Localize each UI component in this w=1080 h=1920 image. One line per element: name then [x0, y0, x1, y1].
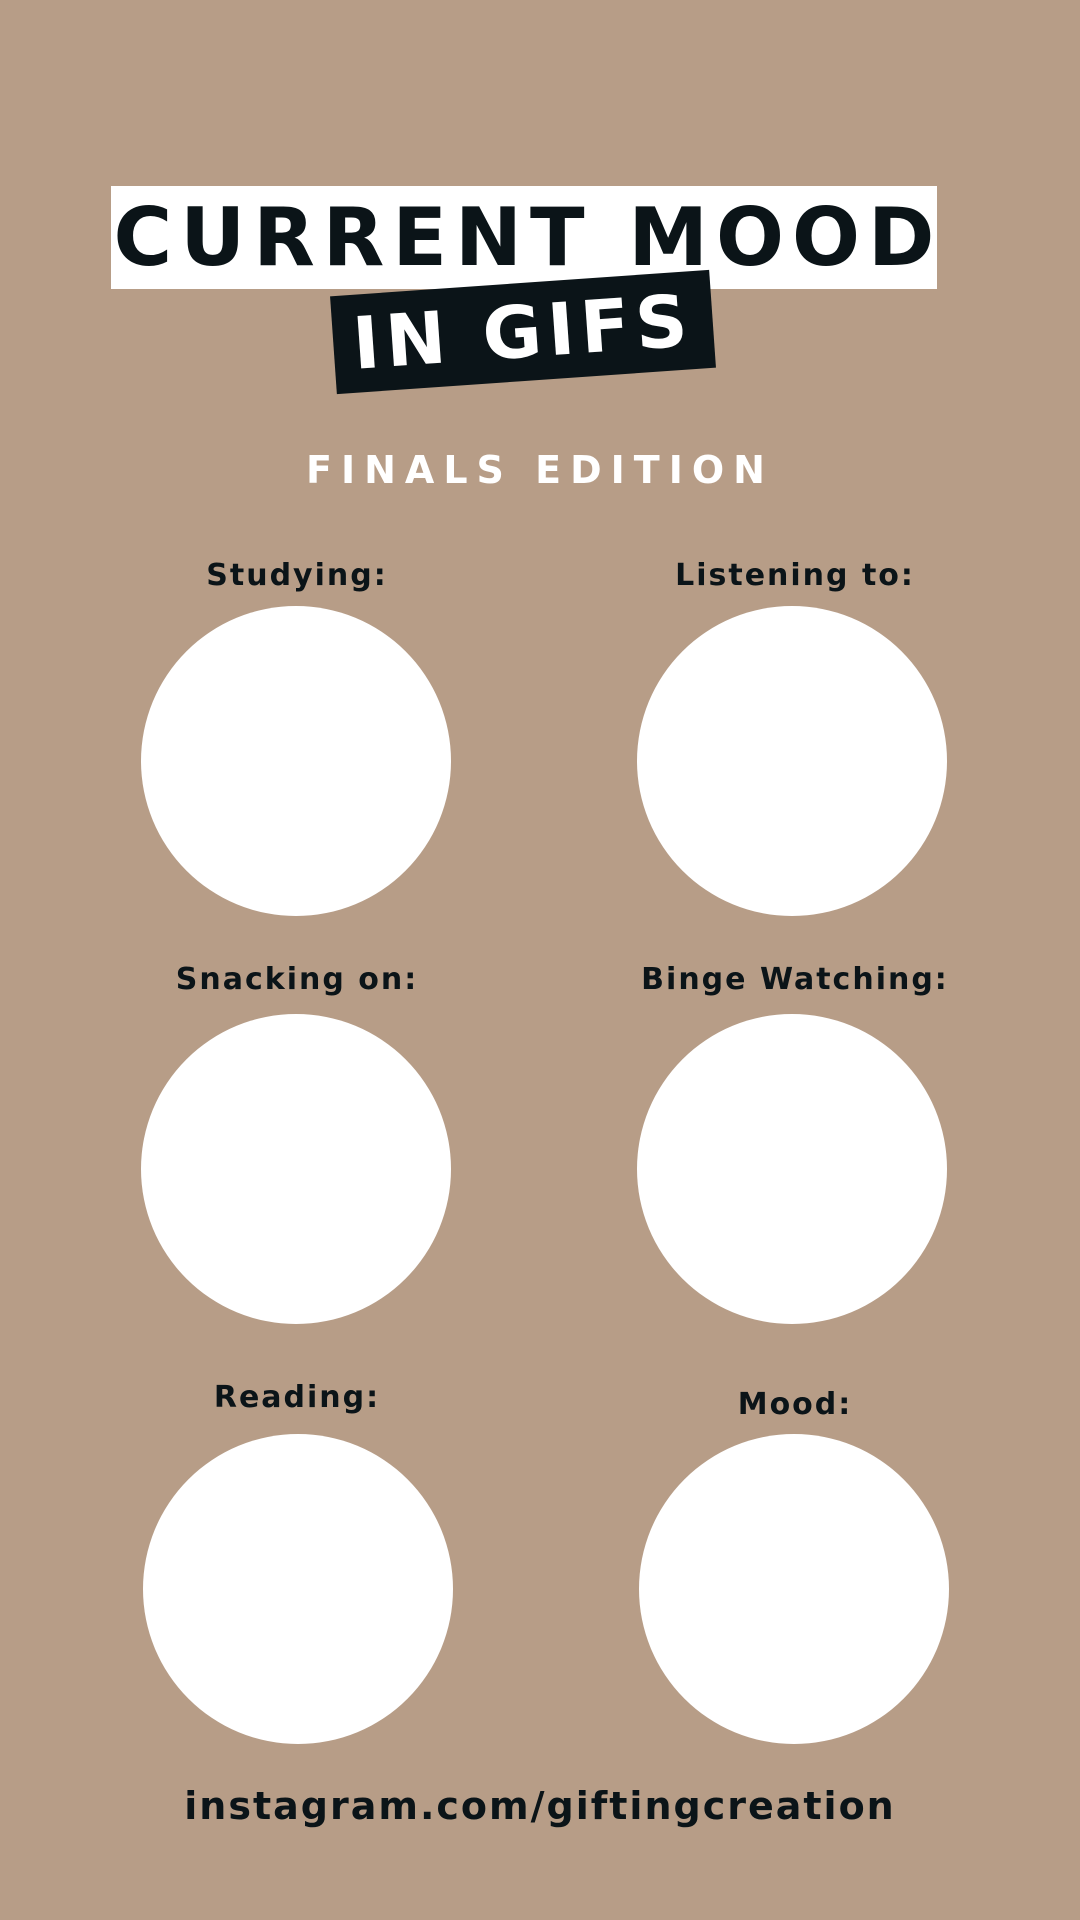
- gif-slot-mood[interactable]: [639, 1434, 949, 1744]
- page-title: CURRENT MOOD: [113, 190, 943, 284]
- gif-slot-reading[interactable]: [143, 1434, 453, 1744]
- edition-label: FINALS EDITION: [306, 448, 774, 492]
- gif-slot-studying[interactable]: [141, 606, 451, 916]
- gif-slot-binge-watching[interactable]: [637, 1014, 947, 1324]
- instagram-link[interactable]: instagram.com/giftingcreation: [0, 1782, 1080, 1830]
- gif-slot-snacking[interactable]: [141, 1014, 451, 1324]
- page-subtitle: IN GIFS: [349, 278, 697, 386]
- gif-slot-listening[interactable]: [637, 606, 947, 916]
- slot-label-reading: Reading:: [213, 1380, 381, 1415]
- slot-label-binge-watching: Binge Watching:: [641, 962, 949, 997]
- title-banner: CURRENT MOOD: [111, 186, 937, 289]
- slot-label-studying: Studying:: [206, 558, 388, 593]
- slot-label-listening: Listening to:: [675, 558, 915, 593]
- slot-label-mood: Mood:: [737, 1387, 853, 1422]
- slot-label-snacking: Snacking on:: [175, 962, 419, 997]
